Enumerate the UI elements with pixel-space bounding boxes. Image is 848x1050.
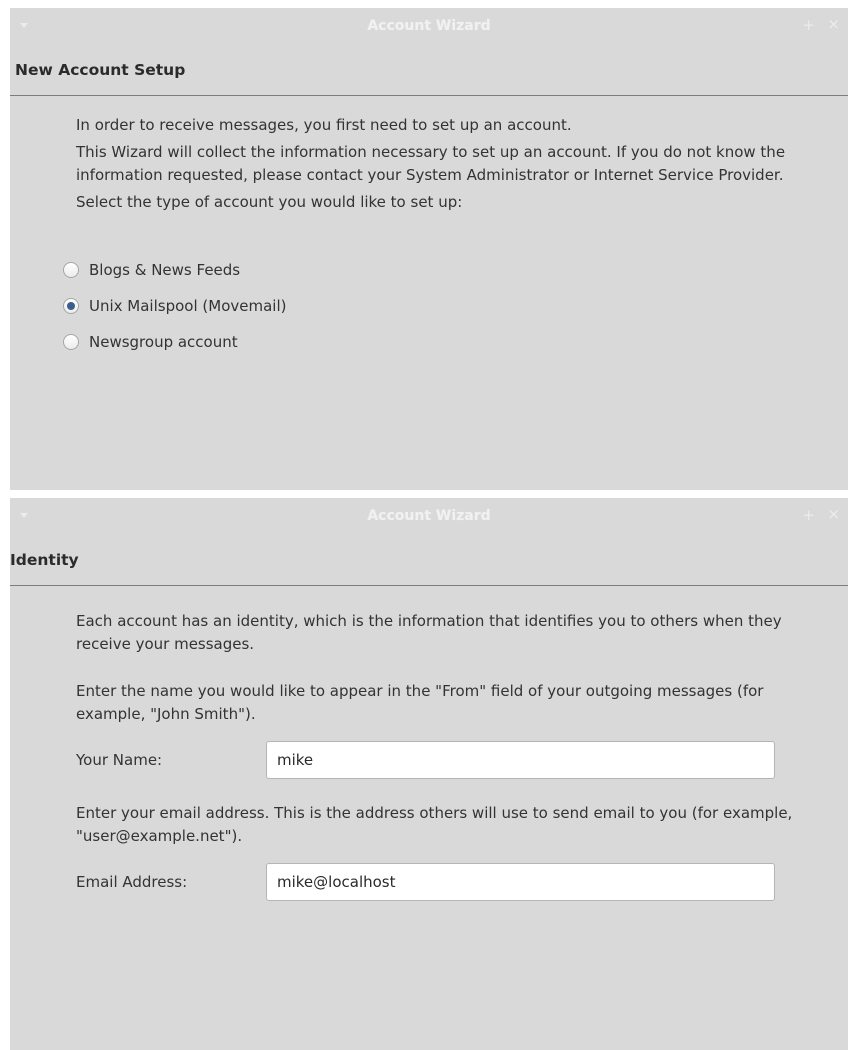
radio-option-blogs-news-feeds[interactable]: Blogs & News Feeds: [63, 252, 820, 288]
radio-option-unix-mailspool[interactable]: Unix Mailspool (Movemail): [63, 288, 820, 324]
page-title: Identity: [10, 534, 848, 586]
intro-text: In order to receive messages, you first …: [76, 116, 572, 134]
email-address-label: Email Address:: [76, 873, 188, 891]
maximize-icon[interactable]: +: [802, 508, 815, 523]
radio-button[interactable]: [63, 334, 79, 350]
account-type-radio-group: Blogs & News Feeds Unix Mailspool (Movem…: [63, 252, 820, 360]
account-wizard-window-identity: Account Wizard + × Identity Each account…: [10, 498, 848, 1050]
radio-button-checked[interactable]: [63, 298, 79, 314]
titlebar: Account Wizard + ×: [10, 8, 848, 44]
email-address-row: Email Address:: [76, 862, 820, 902]
radio-label[interactable]: Blogs & News Feeds: [89, 261, 240, 279]
close-icon[interactable]: ×: [827, 507, 840, 522]
window-title: Account Wizard: [367, 508, 491, 524]
account-wizard-window-new-account: Account Wizard + × New Account Setup In …: [10, 8, 848, 490]
titlebar: Account Wizard + ×: [10, 498, 848, 534]
page-title: New Account Setup: [10, 44, 848, 96]
your-name-label: Your Name:: [76, 751, 163, 769]
email-help-text: Enter your email address. This is the ad…: [76, 804, 793, 845]
radio-label[interactable]: Unix Mailspool (Movemail): [89, 297, 286, 315]
maximize-icon[interactable]: +: [802, 18, 815, 33]
your-name-input[interactable]: [266, 741, 775, 779]
identity-intro-text: Each account has an identity, which is t…: [76, 612, 782, 653]
name-help-text: Enter the name you would like to appear …: [76, 682, 764, 723]
your-name-row: Your Name:: [76, 740, 820, 780]
wizard-content: Each account has an identity, which is t…: [10, 586, 848, 902]
radio-label[interactable]: Newsgroup account: [89, 333, 238, 351]
radio-option-newsgroup-account[interactable]: Newsgroup account: [63, 324, 820, 360]
select-account-type-text: Select the type of account you would lik…: [76, 193, 463, 211]
radio-button[interactable]: [63, 262, 79, 278]
close-icon[interactable]: ×: [827, 17, 840, 32]
email-address-input[interactable]: [266, 863, 775, 901]
window-title: Account Wizard: [367, 18, 491, 34]
wizard-content: In order to receive messages, you first …: [10, 96, 848, 360]
wizard-info-text: This Wizard will collect the information…: [76, 143, 786, 184]
